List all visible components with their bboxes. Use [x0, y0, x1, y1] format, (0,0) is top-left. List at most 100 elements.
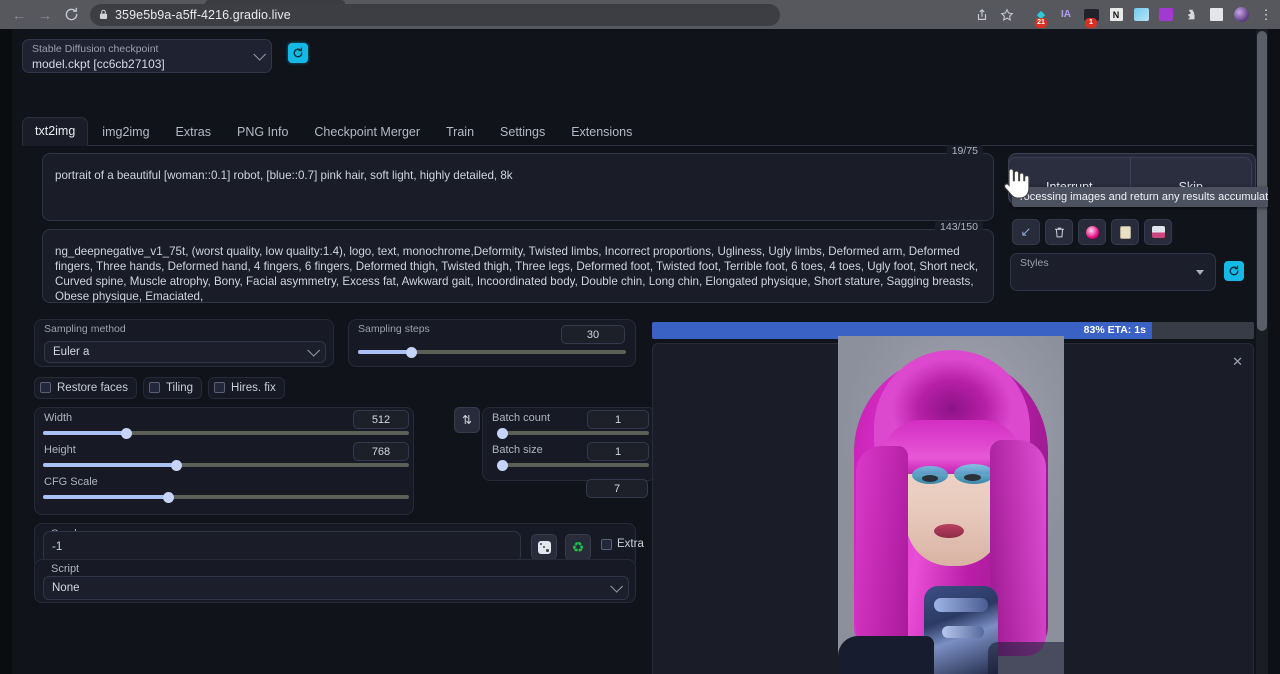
tab-settings[interactable]: Settings	[488, 119, 557, 146]
reload-icon[interactable]	[58, 2, 84, 28]
sampling-steps-label: Sampling steps	[358, 323, 430, 335]
cfg-scale-value[interactable]: 7	[586, 479, 648, 498]
chevron-down-icon	[307, 344, 320, 357]
batch-count-slider[interactable]	[501, 431, 649, 435]
tab-extensions[interactable]: Extensions	[559, 119, 644, 146]
eye-right	[964, 474, 981, 481]
chevron-down-icon	[1196, 270, 1204, 275]
tab-label: PNG Info	[237, 125, 288, 139]
generated-image[interactable]	[838, 336, 1064, 674]
read-generation-params-icon[interactable]: ↙	[1012, 219, 1040, 245]
tab-label: Extras	[176, 125, 211, 139]
extension-orb-icon[interactable]	[1229, 3, 1253, 27]
apply-style-clipboard-icon[interactable]	[1111, 219, 1139, 245]
checkpoint-bar: Stable Diffusion checkpoint model.ckpt […	[22, 39, 322, 81]
eye-left	[922, 475, 938, 482]
chevron-down-icon	[610, 580, 623, 593]
swap-dimensions-icon[interactable]: ⇅	[454, 407, 480, 433]
height-label: Height	[44, 444, 76, 456]
dimensions-group: Width 512 Height 768 CFG Scale	[34, 407, 414, 515]
batch-count-label: Batch count	[492, 412, 550, 424]
extension-purple-book-icon[interactable]	[1154, 3, 1178, 27]
forward-arrow-icon[interactable]: →	[32, 2, 58, 28]
tab-png-info[interactable]: PNG Info	[225, 119, 300, 146]
extension-image-icon[interactable]	[1129, 3, 1153, 27]
extension-notion-icon[interactable]: N	[1104, 3, 1128, 27]
extension-dark-badge-icon[interactable]: 1	[1079, 3, 1103, 27]
show-extra-networks-icon[interactable]	[1078, 219, 1106, 245]
three-dot-menu-icon[interactable]: ⋮	[1254, 3, 1278, 27]
lips	[934, 524, 964, 538]
lock-icon	[99, 9, 108, 20]
script-select[interactable]: None	[43, 576, 629, 600]
height-value[interactable]: 768	[353, 442, 409, 461]
cfg-scale-slider[interactable]	[43, 495, 409, 499]
checkpoint-label: Stable Diffusion checkpoint	[32, 43, 158, 55]
tiling-checkbox[interactable]: Tiling	[143, 377, 202, 399]
tab-img2img[interactable]: img2img	[90, 119, 161, 146]
styles-select[interactable]: Styles	[1010, 253, 1216, 291]
close-icon[interactable]: ✕	[1232, 354, 1243, 370]
height-slider[interactable]	[43, 463, 409, 467]
sampling-steps-group: Sampling steps 30	[348, 319, 636, 367]
sampling-method-select[interactable]: Euler a	[44, 341, 326, 363]
checkbox-box	[601, 539, 612, 550]
browser-chrome: ← → 359e5b9a-a5ff-4216.gradio.live	[0, 0, 1280, 29]
positive-prompt-input[interactable]: 19/75 portrait of a beautiful [woman::0.…	[42, 153, 994, 221]
extension-square-icon[interactable]	[1204, 3, 1228, 27]
puzzle-icon[interactable]	[1179, 3, 1203, 27]
back-arrow-icon[interactable]: ←	[6, 2, 32, 28]
script-group: Script None	[34, 559, 636, 603]
scrollbar-thumb[interactable]	[1257, 31, 1267, 331]
width-value[interactable]: 512	[353, 410, 409, 429]
shoulder-right	[988, 642, 1064, 674]
hires-fix-checkbox[interactable]: Hires. fix	[208, 377, 285, 399]
styles-row: Styles	[1010, 253, 1256, 291]
sampling-steps-slider[interactable]	[358, 350, 626, 354]
tab-label: Train	[446, 125, 474, 139]
batch-size-slider[interactable]	[501, 463, 649, 467]
extension-ia-icon[interactable]: IA	[1054, 3, 1078, 27]
tab-train[interactable]: Train	[434, 119, 486, 146]
batch-size-label: Batch size	[492, 444, 543, 456]
checkpoint-value: model.ckpt [cc6cb27103]	[32, 57, 165, 71]
tab-txt2img[interactable]: txt2img	[22, 117, 88, 146]
refresh-icon[interactable]	[288, 43, 308, 63]
width-slider[interactable]	[43, 431, 409, 435]
dice-icon[interactable]	[531, 534, 557, 560]
extra-seed-checkbox[interactable]: Extra	[601, 538, 644, 550]
shoulder-left	[838, 636, 934, 674]
recycle-icon[interactable]: ♻	[565, 534, 591, 560]
page-scrollbar[interactable]	[1256, 29, 1268, 674]
save-style-icon[interactable]	[1144, 219, 1172, 245]
share-icon[interactable]	[970, 3, 994, 27]
clear-prompt-trash-icon[interactable]	[1045, 219, 1073, 245]
image-gallery[interactable]: ✕	[652, 343, 1254, 674]
url-bar[interactable]: 359e5b9a-a5ff-4216.gradio.live	[90, 4, 780, 26]
result-panel: 83% ETA: 1s ✕	[640, 319, 1254, 674]
negative-token-counter: 143/150	[935, 221, 983, 233]
tiling-label: Tiling	[166, 382, 193, 394]
positive-token-counter: 19/75	[947, 145, 983, 157]
page-viewport: Stable Diffusion checkpoint model.ckpt […	[0, 29, 1280, 674]
refresh-icon[interactable]	[1224, 261, 1244, 281]
width-label: Width	[44, 412, 72, 424]
prompt-tools-row: ↙	[1012, 219, 1172, 245]
progress-label: 83% ETA: 1s	[1084, 324, 1146, 336]
tab-extras[interactable]: Extras	[164, 119, 223, 146]
extension-badge-21-icon[interactable]: ◆ 21	[1029, 3, 1053, 27]
restore-faces-checkbox[interactable]: Restore faces	[34, 377, 137, 399]
negative-prompt-input[interactable]: 143/150 ng_deepnegative_v1_75t, (worst q…	[42, 229, 994, 303]
interrupt-tooltip: rocessing images and return any results …	[1012, 187, 1268, 207]
extension-badge-count: 21	[1035, 18, 1047, 28]
sampling-steps-value[interactable]: 30	[561, 325, 625, 344]
cfg-scale-label: CFG Scale	[44, 476, 98, 488]
star-icon[interactable]	[995, 3, 1019, 27]
positive-prompt-text: portrait of a beautiful [woman::0.1] rob…	[55, 168, 981, 183]
checkpoint-select[interactable]: Stable Diffusion checkpoint model.ckpt […	[22, 39, 272, 73]
browser-left-edge	[0, 29, 12, 674]
restore-faces-label: Restore faces	[57, 382, 128, 394]
browser-toolbar-right: ◆ 21 IA 1 N ⋮	[970, 0, 1278, 29]
tab-checkpoint-merger[interactable]: Checkpoint Merger	[302, 119, 432, 146]
main-tab-bar: txt2img img2img Extras PNG Info Checkpoi…	[22, 115, 1254, 146]
